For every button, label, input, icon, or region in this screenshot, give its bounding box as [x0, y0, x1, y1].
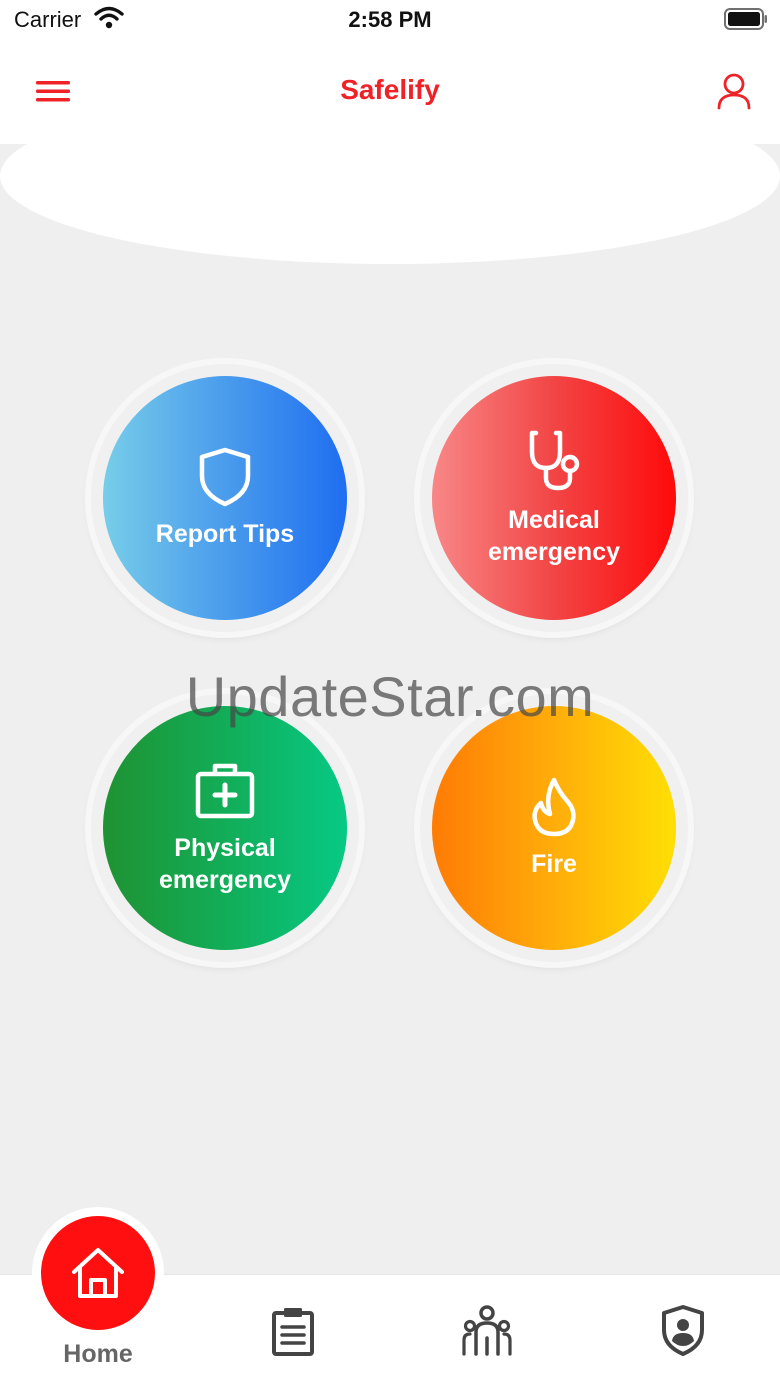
physical-emergency-label: Physical emergency — [158, 834, 292, 894]
home-tab-button[interactable] — [41, 1216, 155, 1330]
physical-emergency-button[interactable]: Physical emergency — [91, 694, 359, 962]
fire-circle: Fire — [432, 706, 676, 950]
flame-icon — [532, 777, 576, 837]
report-tips-button[interactable]: Report Tips — [91, 364, 359, 632]
user-profile-icon[interactable] — [716, 72, 752, 110]
hamburger-menu-icon[interactable] — [34, 76, 72, 106]
watermark: UpdateStar.com — [185, 665, 595, 728]
medical-emergency-label: Medical emergency — [487, 506, 621, 566]
battery-icon — [724, 8, 767, 30]
fire-button[interactable]: Fire — [420, 694, 688, 962]
report-tips-circle: Report Tips — [103, 376, 347, 620]
home-tab-label: Home — [63, 1340, 133, 1368]
stethoscope-icon — [529, 430, 580, 491]
nav-bar: Safelify — [0, 44, 780, 144]
fire-label: Fire — [531, 850, 577, 878]
shield-icon — [199, 447, 251, 507]
status-bar: Carrier 2:58 PM — [0, 0, 780, 44]
physical-emergency-circle: Physical emergency — [103, 706, 347, 950]
status-time: 2:58 PM — [348, 7, 432, 32]
report-tips-label: Report Tips — [155, 520, 295, 548]
shield-user-icon[interactable] — [660, 1304, 706, 1356]
first-aid-kit-icon — [195, 763, 255, 819]
home-icon — [72, 1248, 124, 1298]
medical-emergency-circle: Medical emergency — [432, 376, 676, 620]
community-icon[interactable] — [460, 1304, 514, 1356]
clipboard-icon[interactable] — [271, 1305, 315, 1357]
medical-emergency-button[interactable]: Medical emergency — [420, 364, 688, 632]
app-title: Safelify — [340, 74, 440, 105]
